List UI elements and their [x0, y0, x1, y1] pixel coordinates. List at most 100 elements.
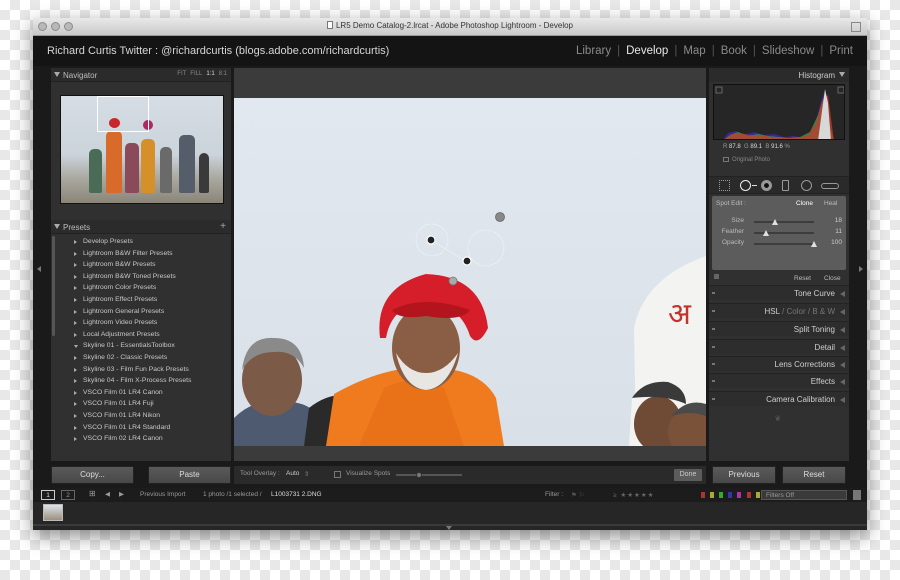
spot-edit-panel: Spot Edit : Clone Heal Size 18 Feather 1…	[712, 196, 846, 270]
histogram-graph[interactable]	[713, 84, 845, 140]
graduated-filter-icon[interactable]	[782, 180, 789, 191]
develop-tool-strip	[709, 176, 849, 194]
module-slideshow[interactable]: Slideshow	[762, 45, 814, 57]
slider-knob[interactable]	[763, 230, 769, 236]
preset-folder-item[interactable]: Lightroom B&W Filter Presets	[55, 248, 231, 260]
spot-close-button[interactable]: Close	[824, 275, 841, 282]
color-tab[interactable]: Color	[787, 307, 806, 316]
size-slider[interactable]	[754, 219, 814, 225]
navigator-header[interactable]: Navigator FIT FILL 1:1 8:1	[51, 68, 231, 82]
preset-folder-item[interactable]: Lightroom General Presets	[55, 306, 231, 318]
filmstrip-toggle-icon[interactable]	[446, 526, 452, 530]
primary-screen-button[interactable]: 1	[41, 490, 55, 500]
module-develop[interactable]: Develop	[626, 45, 668, 57]
filmstrip-thumbnail[interactable]	[43, 504, 63, 521]
adjustment-brush-icon[interactable]	[821, 183, 839, 189]
preset-folder-item[interactable]: VSCO Film 01 LR4 Canon	[55, 387, 231, 399]
zoom-fill[interactable]: FILL	[190, 71, 202, 77]
preset-folder-item[interactable]: Lightroom Color Presets	[55, 282, 231, 294]
preset-folder-item[interactable]: VSCO Film 01 LR4 Fuji	[55, 398, 231, 410]
preset-folder-item[interactable]: Local Adjustment Presets	[55, 329, 231, 341]
reset-button[interactable]: Reset	[782, 466, 846, 484]
panel-switch-icon[interactable]	[714, 274, 719, 279]
add-preset-icon[interactable]: +	[220, 221, 226, 232]
module-print[interactable]: Print	[829, 45, 853, 57]
clone-button[interactable]: Clone	[796, 200, 813, 207]
tool-overlay-label: Tool Overlay :	[240, 470, 280, 477]
previous-button[interactable]: Previous	[712, 466, 776, 484]
grid-view-icon[interactable]: ⊞	[89, 489, 96, 498]
preset-folder-item[interactable]: Skyline 02 - Classic Presets	[55, 352, 231, 364]
spot-pin-icon[interactable]	[426, 235, 436, 245]
split-toning-panel-header[interactable]: Split Toning	[709, 321, 849, 336]
lens-corrections-panel-header[interactable]: Lens Corrections	[709, 356, 849, 371]
spot-edit-buttons: Reset Close	[712, 273, 846, 285]
radial-filter-icon[interactable]	[801, 180, 812, 191]
presets-header[interactable]: Presets +	[51, 220, 231, 234]
source-breadcrumb[interactable]: Previous Import	[140, 491, 186, 498]
navigator-view-rectangle[interactable]	[97, 96, 149, 132]
preset-folder-item[interactable]: VSCO Film 02 LR4 Canon	[55, 433, 231, 445]
right-panel-buttons: Previous Reset	[709, 466, 849, 484]
preset-folder-item[interactable]: VSCO Film 01 LR4 Standard	[55, 422, 231, 434]
right-panel-toggle-icon[interactable]	[859, 266, 863, 272]
size-slider-row: Size 18	[731, 217, 842, 225]
crop-icon[interactable]	[719, 180, 730, 191]
spot-pin-icon[interactable]	[448, 276, 458, 286]
spot-pin-icon[interactable]	[495, 212, 505, 222]
feather-slider[interactable]	[754, 230, 814, 236]
preset-folder-item[interactable]: Skyline 04 - Film X-Process Presets	[55, 375, 231, 387]
forward-arrow-icon[interactable]: ▶	[119, 490, 124, 498]
filename-label[interactable]: L1003731 2.DNG	[271, 491, 322, 498]
preset-folder-item[interactable]: Skyline 03 - Film Fun Pack Presets	[55, 364, 231, 376]
zoom-1-1[interactable]: 1:1	[206, 71, 214, 77]
preset-folder-item[interactable]: VSCO Film 01 LR4 Nikon	[55, 410, 231, 422]
preset-folder-item[interactable]: Lightroom B&W Toned Presets	[55, 271, 231, 283]
back-arrow-icon[interactable]: ◀	[105, 490, 110, 498]
visualize-threshold-slider[interactable]	[396, 472, 462, 478]
left-panel-toggle-icon[interactable]	[37, 266, 41, 272]
spot-reset-button[interactable]: Reset	[794, 275, 811, 282]
preset-folder-item[interactable]: Lightroom Video Presets	[55, 317, 231, 329]
navigator-preview[interactable]	[60, 95, 224, 204]
original-photo-toggle[interactable]: Original Photo	[723, 157, 770, 163]
preset-folder-item[interactable]: Skyline 01 - EssentialsToolbox	[55, 340, 231, 352]
left-panel-buttons: Copy... Paste	[51, 466, 231, 484]
tone-curve-panel-header[interactable]: Tone Curve	[709, 285, 849, 300]
preset-folder-item[interactable]: Lightroom B&W Presets	[55, 259, 231, 271]
module-book[interactable]: Book	[721, 45, 747, 57]
detail-panel-header[interactable]: Detail	[709, 339, 849, 354]
paste-button[interactable]: Paste	[148, 466, 231, 484]
hsl-tab[interactable]: HSL	[765, 307, 780, 316]
red-eye-icon[interactable]	[761, 180, 772, 191]
spot-pin-icon[interactable]	[462, 256, 472, 266]
effects-panel-header[interactable]: Effects	[709, 373, 849, 388]
flag-filter-icon[interactable]: ⚑ ⚐	[571, 491, 584, 499]
rating-filter-stars[interactable]: ≥ ★★★★★	[613, 491, 655, 499]
done-button[interactable]: Done	[674, 469, 702, 481]
zoom-fit[interactable]: FIT	[177, 71, 186, 77]
preset-folder-item[interactable]: Lightroom Effect Presets	[55, 294, 231, 306]
secondary-screen-button[interactable]: 2	[61, 490, 75, 500]
visualize-spots-checkbox[interactable]	[334, 471, 341, 478]
copy-button[interactable]: Copy...	[51, 466, 134, 484]
filter-preset-select[interactable]: Filters Off	[761, 490, 847, 500]
spot-removal-icon[interactable]	[740, 180, 751, 191]
tool-overlay-select[interactable]: Auto	[286, 470, 299, 477]
opacity-slider[interactable]	[754, 241, 817, 247]
zoom-8-1[interactable]: 8:1	[219, 71, 227, 77]
module-library[interactable]: Library	[576, 45, 611, 57]
camera-calibration-panel-header[interactable]: Camera Calibration	[709, 391, 849, 406]
histogram-header[interactable]: Histogram	[709, 68, 849, 82]
bw-tab[interactable]: B & W	[812, 307, 835, 316]
module-map[interactable]: Map	[683, 45, 705, 57]
photo-canvas[interactable]: अ	[234, 98, 706, 446]
slider-knob[interactable]	[811, 241, 817, 247]
slider-knob[interactable]	[416, 472, 422, 478]
fullscreen-icon[interactable]	[851, 22, 861, 32]
heal-button[interactable]: Heal	[824, 200, 837, 207]
preset-folder-item[interactable]: Develop Presets	[55, 236, 231, 248]
hsl-panel-header[interactable]: HSL / Color / B & W	[709, 303, 849, 318]
filter-lock-icon[interactable]	[853, 490, 861, 500]
slider-knob[interactable]	[772, 219, 778, 225]
